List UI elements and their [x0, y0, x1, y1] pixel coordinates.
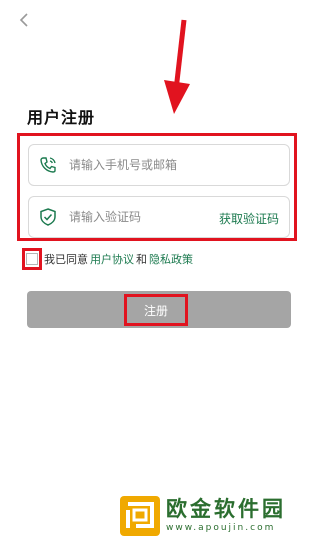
chevron-left-icon	[19, 13, 28, 27]
register-label-text: 注册	[143, 303, 168, 318]
watermark-logo-icon	[120, 496, 160, 536]
agreement-prefix: 我已同意	[44, 253, 88, 266]
watermark-url: www.apoujin.com	[166, 523, 276, 533]
page-title: 用户注册	[27, 108, 96, 127]
verification-code-input[interactable]	[69, 206, 219, 228]
get-code-button[interactable]: 获取验证码	[219, 210, 279, 227]
watermark: 欧金软件园 www.apoujin.com	[120, 496, 286, 542]
phone-email-field[interactable]	[28, 144, 290, 186]
user-agreement-link[interactable]: 用户协议	[90, 251, 134, 267]
shield-check-icon	[40, 208, 56, 226]
back-button[interactable]	[14, 10, 34, 30]
verification-code-field[interactable]: 获取验证码	[28, 196, 290, 238]
agree-checkbox[interactable]	[26, 253, 38, 265]
privacy-policy-link[interactable]: 隐私政策	[149, 251, 193, 267]
register-button-label[interactable]: 注册	[124, 294, 188, 326]
annotation-arrow	[164, 19, 190, 114]
phone-email-input[interactable]	[69, 154, 219, 176]
phone-icon	[40, 157, 56, 173]
agreement-conjunction: 和	[136, 253, 147, 266]
watermark-title: 欧金软件园	[166, 497, 286, 521]
annotation-checkbox-frame	[22, 248, 42, 270]
agreement-row: 我已同意 用户协议 和 隐私政策	[22, 248, 193, 270]
